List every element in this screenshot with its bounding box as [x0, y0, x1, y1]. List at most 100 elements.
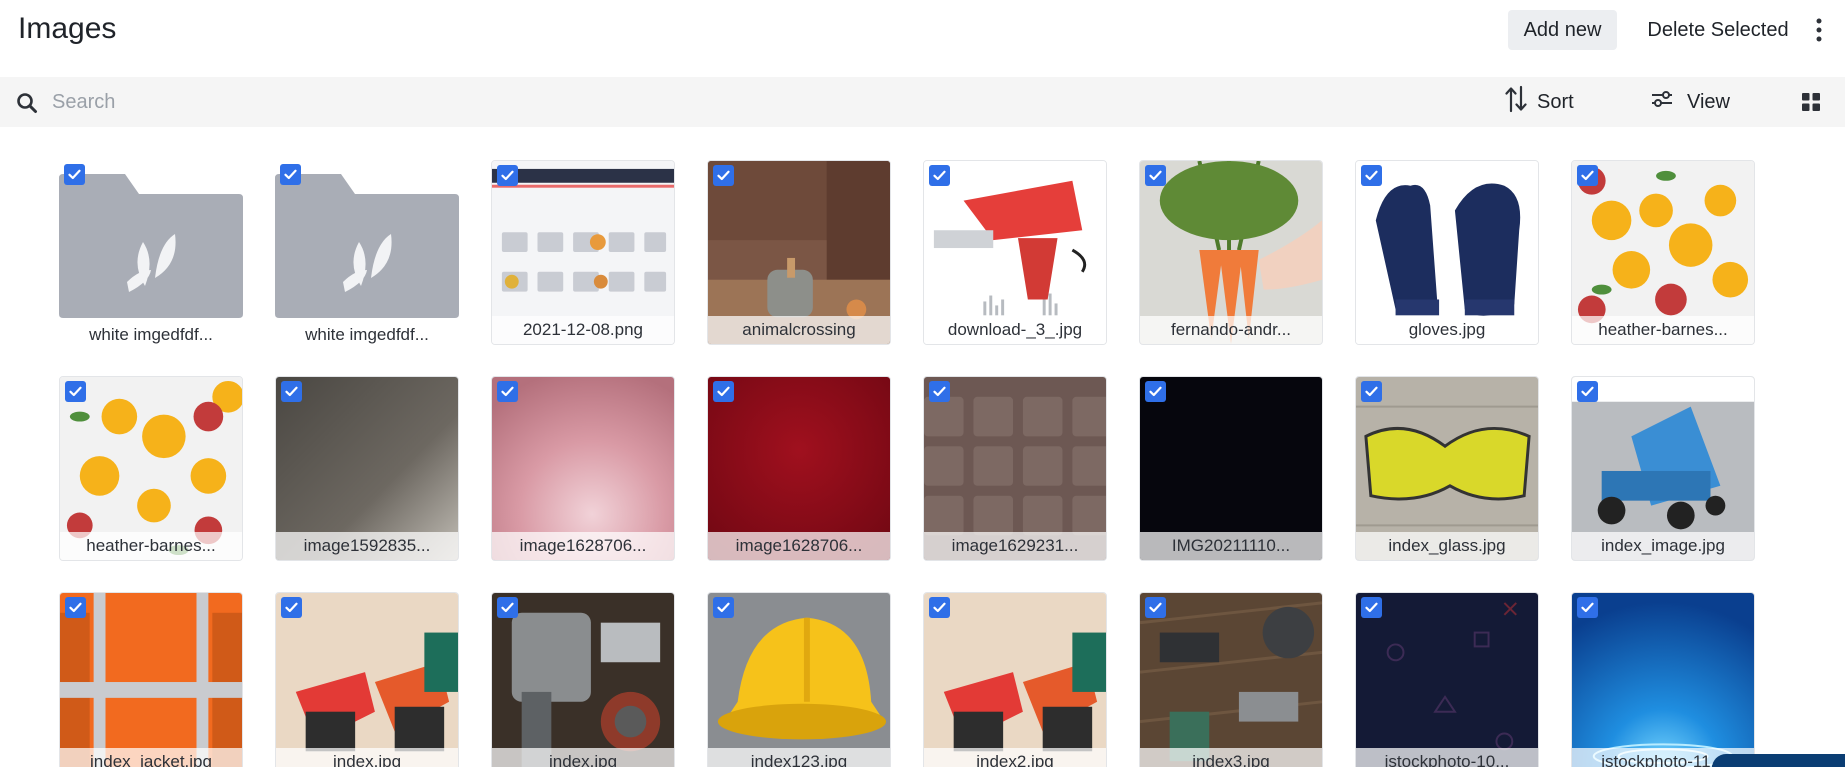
checkmark-icon: [284, 169, 297, 180]
select-checkbox[interactable]: [1577, 381, 1598, 402]
checkmark-icon: [1581, 602, 1594, 613]
sort-label: Sort: [1537, 90, 1574, 113]
select-checkbox[interactable]: [1145, 597, 1166, 618]
delete-selected-button[interactable]: Delete Selected: [1638, 10, 1798, 50]
checkmark-icon: [933, 602, 946, 613]
image-tile[interactable]: istockphoto-11...: [1571, 592, 1755, 767]
more-vertical-icon[interactable]: [1812, 14, 1826, 46]
search-input[interactable]: [52, 85, 652, 119]
image-thumbnail: [1572, 593, 1754, 767]
checkmark-icon: [1365, 386, 1378, 397]
select-checkbox[interactable]: [65, 381, 86, 402]
sort-button[interactable]: Sort: [1505, 85, 1574, 119]
folder-tile[interactable]: white imgedfdf...: [275, 160, 459, 345]
select-checkbox[interactable]: [281, 381, 302, 402]
image-tile[interactable]: fernando-andr...: [1139, 160, 1323, 345]
checkmark-icon: [501, 170, 514, 181]
select-checkbox[interactable]: [713, 597, 734, 618]
tile-caption: istockphoto-10...: [1356, 748, 1538, 767]
checkmark-icon: [717, 602, 730, 613]
image-tile[interactable]: heather-barnes...: [1571, 160, 1755, 345]
tile-caption: gloves.jpg: [1356, 316, 1538, 344]
image-tile[interactable]: index123.jpg: [707, 592, 891, 767]
folder-tile[interactable]: white imgedfdf...: [59, 160, 243, 345]
tile-caption: download-_3_.jpg: [924, 316, 1106, 344]
tile-caption: index_glass.jpg: [1356, 532, 1538, 560]
tile-caption: white imgedfdf...: [89, 325, 213, 344]
image-thumbnail: [60, 593, 242, 767]
select-checkbox[interactable]: [929, 381, 950, 402]
tile-caption: white imgedfdf...: [305, 325, 429, 344]
select-checkbox[interactable]: [65, 597, 86, 618]
select-checkbox[interactable]: [1361, 381, 1382, 402]
view-label: View: [1687, 90, 1730, 113]
image-tile[interactable]: image1628706...: [491, 376, 675, 561]
tile-caption: image1592835...: [276, 532, 458, 560]
tile-caption: index_image.jpg: [1572, 532, 1754, 560]
select-checkbox[interactable]: [713, 381, 734, 402]
sort-arrows-icon: [1505, 85, 1527, 119]
grid-view-icon[interactable]: [1802, 93, 1822, 113]
select-checkbox[interactable]: [929, 165, 950, 186]
tile-caption: index123.jpg: [708, 748, 890, 767]
image-tile[interactable]: index3.jpg: [1139, 592, 1323, 767]
select-checkbox[interactable]: [1145, 165, 1166, 186]
image-tile[interactable]: istockphoto-10...: [1355, 592, 1539, 767]
image-tile[interactable]: index.jpg: [491, 592, 675, 767]
image-tile[interactable]: image1592835...: [275, 376, 459, 561]
tile-caption: index.jpg: [492, 748, 674, 767]
image-tile[interactable]: index_jacket.jpg: [59, 592, 243, 767]
checkmark-icon: [1581, 170, 1594, 181]
image-tile[interactable]: index_image.jpg: [1571, 376, 1755, 561]
header-bar: Images Add new Delete Selected: [0, 0, 1845, 77]
checkmark-icon: [285, 386, 298, 397]
checkmark-icon: [501, 386, 514, 397]
image-tile[interactable]: image1628706...: [707, 376, 891, 561]
image-tile[interactable]: heather-barnes...: [59, 376, 243, 561]
checkmark-icon: [68, 169, 81, 180]
select-checkbox[interactable]: [713, 165, 734, 186]
image-tile[interactable]: gloves.jpg: [1355, 160, 1539, 345]
image-tile[interactable]: 2021-12-08.png: [491, 160, 675, 345]
select-checkbox[interactable]: [1361, 597, 1382, 618]
select-checkbox[interactable]: [1577, 165, 1598, 186]
image-tile[interactable]: index_glass.jpg: [1355, 376, 1539, 561]
image-tile[interactable]: download-_3_.jpg: [923, 160, 1107, 345]
tile-caption: fernando-andr...: [1140, 316, 1322, 344]
tile-caption: index_jacket.jpg: [60, 748, 242, 767]
tile-caption: IMG20211110...: [1140, 532, 1322, 560]
select-checkbox[interactable]: [497, 381, 518, 402]
image-tile[interactable]: image1629231...: [923, 376, 1107, 561]
select-checkbox[interactable]: [64, 164, 85, 185]
select-checkbox[interactable]: [1577, 597, 1598, 618]
checkmark-icon: [69, 602, 82, 613]
checkmark-icon: [285, 602, 298, 613]
status-bar-corner: [1712, 754, 1845, 767]
checkmark-icon: [501, 602, 514, 613]
select-checkbox[interactable]: [929, 597, 950, 618]
sliders-icon: [1651, 89, 1673, 115]
image-tile[interactable]: animalcrossing: [707, 160, 891, 345]
image-thumbnail: [708, 593, 890, 767]
tile-caption: index2.jpg: [924, 748, 1106, 767]
checkmark-icon: [1581, 386, 1594, 397]
tile-caption: image1629231...: [924, 532, 1106, 560]
image-tile[interactable]: IMG20211110...: [1139, 376, 1323, 561]
tile-caption: image1628706...: [708, 532, 890, 560]
image-tile[interactable]: index2.jpg: [923, 592, 1107, 767]
tile-caption: animalcrossing: [708, 316, 890, 344]
checkmark-icon: [69, 386, 82, 397]
select-checkbox[interactable]: [281, 597, 302, 618]
select-checkbox[interactable]: [1361, 165, 1382, 186]
checkmark-icon: [1365, 170, 1378, 181]
tile-caption: heather-barnes...: [1572, 316, 1754, 344]
select-checkbox[interactable]: [497, 165, 518, 186]
view-button[interactable]: View: [1651, 85, 1730, 119]
select-checkbox[interactable]: [1145, 381, 1166, 402]
image-tile[interactable]: index.jpg: [275, 592, 459, 767]
image-thumbnail: [276, 593, 458, 767]
folder-icon: [59, 174, 243, 318]
add-new-button[interactable]: Add new: [1508, 10, 1617, 50]
select-checkbox[interactable]: [497, 597, 518, 618]
select-checkbox[interactable]: [280, 164, 301, 185]
